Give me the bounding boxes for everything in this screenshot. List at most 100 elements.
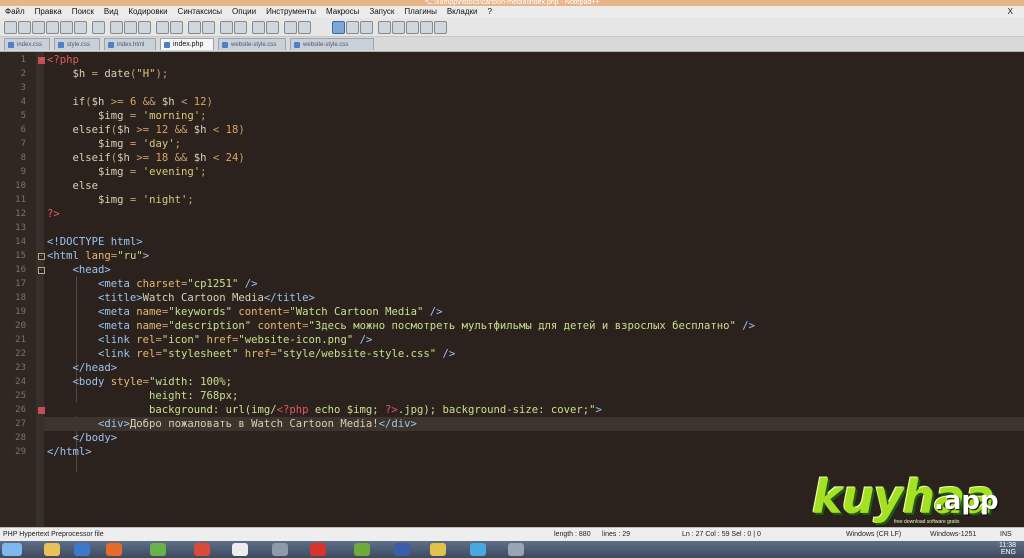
zoom-in-icon[interactable] [220,21,233,34]
code-line[interactable]: 8 elseif($h >= 18 && $h < 24) [0,151,1024,165]
code-line[interactable]: 25 height: 768px; [0,389,1024,403]
code-line[interactable]: 5 $img = 'morning'; [0,109,1024,123]
skype-icon[interactable] [470,543,486,556]
menu-view[interactable]: Вид [99,6,123,18]
code-line[interactable]: 10 else [0,179,1024,193]
bookmark-marker-icon[interactable] [38,407,45,414]
word-icon[interactable] [74,543,90,556]
menu-file[interactable]: Файл [0,6,30,18]
code-line[interactable]: 24 <body style="width: 100%; [0,375,1024,389]
opera-icon[interactable] [310,543,326,556]
new-file-icon[interactable] [4,21,17,34]
code-line[interactable]: 2 $h = date("H"); [0,67,1024,81]
close-icon[interactable] [60,21,73,34]
code-line[interactable]: 20 <meta name="description" content="Зде… [0,319,1024,333]
run-macro-icon[interactable] [420,21,433,34]
menu-encoding[interactable]: Кодировки [123,6,172,18]
sync-vertical-icon[interactable] [252,21,265,34]
folder-icon[interactable] [44,543,60,556]
redo-icon[interactable] [170,21,183,34]
windows-start-icon[interactable] [2,543,22,556]
save-all-icon[interactable] [46,21,59,34]
app-icon[interactable] [430,543,446,556]
code-token: $h [91,96,105,108]
code-editor[interactable]: 1− <?php 2 $h = date("H"); 3 4 if($h >= 6 &&… [0,52,1024,527]
tab-website-style-css[interactable]: website-style.css [218,38,286,50]
stop-macro-icon[interactable] [392,21,405,34]
indent-guide-icon[interactable] [332,21,345,34]
code-line[interactable]: 13 [0,221,1024,235]
open-file-icon[interactable] [18,21,31,34]
code-line[interactable]: 29 </html> [0,445,1024,459]
close-all-icon[interactable] [74,21,87,34]
notepad-icon[interactable] [272,543,288,556]
menu-language[interactable]: Синтаксисы [173,6,228,18]
photoshop-icon[interactable] [394,543,410,556]
menu-tools[interactable]: Инструменты [261,6,321,18]
menu-settings[interactable]: Опции [227,6,261,18]
fold-toggle-icon[interactable]: − [38,57,45,64]
code-line[interactable]: 14 <!DOCTYPE html> [0,235,1024,249]
show-all-chars-icon[interactable] [298,21,311,34]
code-line[interactable]: 6 elseif($h >= 12 && $h < 18) [0,123,1024,137]
menu-plugins[interactable]: Плагины [399,6,441,18]
record-macro-icon[interactable] [378,21,391,34]
code-token: charset [136,278,181,290]
code-line[interactable]: 26 background: url(img/<?php echo $img; … [0,403,1024,417]
find-icon[interactable] [188,21,201,34]
save-macro-icon[interactable] [434,21,447,34]
fold-toggle-icon[interactable]: − [38,267,45,274]
code-line[interactable]: 3 [0,81,1024,95]
close-document-button[interactable]: X [1003,6,1018,18]
code-line[interactable]: 12 ?> [0,207,1024,221]
user-language-icon[interactable] [346,21,359,34]
tab-style-css[interactable]: style.css [54,38,100,50]
copy-icon[interactable] [124,21,137,34]
code-line[interactable]: 9 $img = 'evening'; [0,165,1024,179]
code-line[interactable]: 1 − <?php [0,53,1024,67]
menu-window[interactable]: Вкладки [442,6,483,18]
code-line[interactable]: 11 $img = 'night'; [0,193,1024,207]
fold-toggle-icon[interactable]: − [38,253,45,260]
code-line[interactable]: 15 − <html lang="ru"> [0,249,1024,263]
tab-index-html[interactable]: index.html [104,38,156,50]
menu-help[interactable]: ? [483,6,497,18]
chrome-icon[interactable] [150,543,166,556]
print-icon[interactable] [92,21,105,34]
paste-icon[interactable] [138,21,151,34]
sync-horizontal-icon[interactable] [266,21,279,34]
save-icon[interactable] [32,21,45,34]
menu-macro[interactable]: Макросы [321,6,364,18]
word-wrap-icon[interactable] [284,21,297,34]
tab-index-php[interactable]: index.php [160,38,214,50]
play-macro-icon[interactable] [406,21,419,34]
code-line[interactable]: 7 $img = 'day'; [0,137,1024,151]
replace-icon[interactable] [202,21,215,34]
cut-icon[interactable] [110,21,123,34]
menu-run[interactable]: Запуск [364,6,399,18]
editor-icon[interactable] [232,543,248,556]
yandex-icon[interactable] [194,543,210,556]
menu-search[interactable]: Поиск [67,6,99,18]
code-line[interactable]: 23 </head> [0,361,1024,375]
app-icon-2[interactable] [508,543,524,556]
zoom-out-icon[interactable] [234,21,247,34]
code-line[interactable]: 28 </body> [0,431,1024,445]
system-clock[interactable]: 11:38 ENG [999,542,1016,556]
code-token: if [47,96,86,108]
undo-icon[interactable] [156,21,169,34]
tab-index-css[interactable]: index.css [4,38,50,50]
utorrent-icon[interactable] [354,543,370,556]
media-icon[interactable] [106,543,122,556]
menu-edit[interactable]: Правка [30,6,67,18]
tab-website-style-css-2[interactable]: website-style.css [290,38,374,50]
doc-map-icon[interactable] [360,21,373,34]
code-line[interactable]: 16 − <head> [0,263,1024,277]
code-line[interactable]: 21 <link rel="icon" href="website-icon.p… [0,333,1024,347]
code-line[interactable]: 19 <meta name="keywords" content="Watch … [0,305,1024,319]
code-line[interactable]: 27 <div>Добро пожаловать в Watch Cartoon… [15,417,1024,431]
code-line[interactable]: 22 <link rel="stylesheet" href="style/we… [0,347,1024,361]
code-line[interactable]: 4 if($h >= 6 && $h < 12) [0,95,1024,109]
code-line[interactable]: 18 <title>Watch Cartoon Media</title> [0,291,1024,305]
code-line[interactable]: 17 <meta charset="cp1251" /> [0,277,1024,291]
